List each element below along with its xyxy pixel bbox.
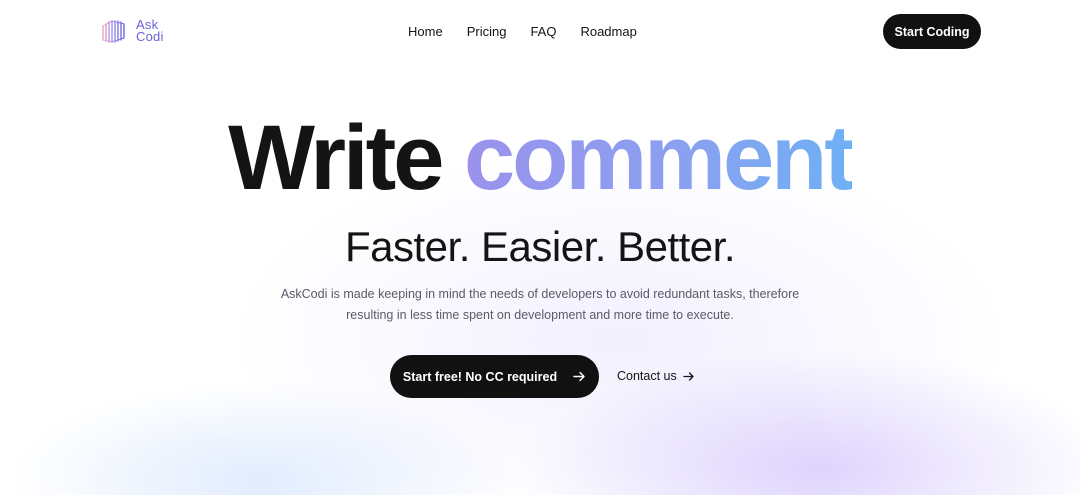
nav-roadmap-link[interactable]: Roadmap xyxy=(580,24,636,40)
logo-text: Ask Codi xyxy=(136,18,164,44)
landing-page: Ask Codi Home Pricing FAQ Roadmap Start … xyxy=(0,0,1080,495)
start-coding-button[interactable]: Start Coding xyxy=(883,14,981,49)
main-nav: Home Pricing FAQ Roadmap xyxy=(408,24,637,40)
hero-headline-plain: Write xyxy=(228,107,444,209)
arrow-right-icon xyxy=(683,371,694,381)
contact-us-label: Contact us xyxy=(617,369,677,383)
nav-pricing-link[interactable]: Pricing xyxy=(467,24,507,40)
hero-description: AskCodi is made keeping in mind the need… xyxy=(270,284,810,326)
hero-description-line2: resulting in less time spent on developm… xyxy=(346,308,734,322)
logo-text-line2: Codi xyxy=(136,29,164,44)
contact-us-link[interactable]: Contact us xyxy=(617,369,695,383)
start-free-button-label: Start free! No CC required xyxy=(402,369,558,384)
hero-headline-gradient: comment xyxy=(463,107,855,209)
nav-faq-link[interactable]: FAQ xyxy=(530,24,556,40)
hero-subheadline: Faster. Easier. Better. xyxy=(344,223,736,270)
askcodi-logo-icon xyxy=(102,20,125,43)
arrow-right-icon xyxy=(573,371,585,382)
logo[interactable]: Ask Codi xyxy=(100,18,164,44)
nav-home-link[interactable]: Home xyxy=(408,24,443,40)
hero-headline: Write comment xyxy=(0,108,1080,208)
hero-description-line1: AskCodi is made keeping in mind the need… xyxy=(280,287,800,301)
start-free-button[interactable]: Start free! No CC required xyxy=(390,355,599,398)
